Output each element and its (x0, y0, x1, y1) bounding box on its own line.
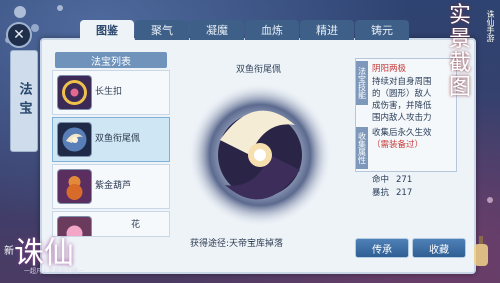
effect-tag: 法宝技能 (356, 61, 368, 105)
game-logo: 新 诛仙 一超凡入圣再续仙缘一 (4, 228, 114, 278)
list-item[interactable]: 长生扣 (52, 70, 170, 115)
close-icon[interactable]: ✕ (6, 22, 32, 48)
list-item[interactable]: 紫金葫芦 (52, 164, 170, 209)
collect-line: （需装备过） (372, 140, 424, 150)
list-header: 法宝列表 (55, 52, 167, 68)
effect-name: 阴阳两极 (372, 64, 407, 74)
stat-label: 暴抗 (372, 188, 390, 198)
logo-subtitle: 一超凡入圣再续仙缘一 (24, 268, 85, 275)
stat-value: 217 (396, 188, 413, 198)
tab-jingjin[interactable]: 精进 (300, 20, 354, 40)
tab-juqi[interactable]: 聚气 (135, 20, 189, 40)
tab-ningmo[interactable]: 凝魔 (190, 20, 244, 40)
inherit-button[interactable]: 传承 (355, 238, 409, 258)
seal-char: 图 (448, 75, 471, 100)
lantern-decoration (474, 236, 488, 266)
tab-zhuyuan[interactable]: 铸元 (355, 20, 409, 40)
list-item-label: 花 (131, 220, 141, 230)
logo-new: 新 (4, 246, 14, 257)
lock-treasure-icon (57, 75, 92, 110)
effect-line: 围内敌人攻击力 (372, 113, 432, 123)
effect-line: 的（圆形）敌人 (372, 89, 432, 99)
effect-line: 持续对自身周围 (372, 77, 432, 87)
effect-line: 成伤害，并降低 (372, 101, 432, 111)
list-item-label: 紫金葫芦 (95, 181, 132, 191)
collect-button[interactable]: 收藏 (412, 238, 466, 258)
stat-value: 271 (396, 175, 413, 185)
tab-bar: 图鉴 聚气 凝魔 血炼 精进 铸元 (80, 20, 410, 40)
tab-tujian[interactable]: 图鉴 (80, 20, 134, 40)
stat-label: 命中 (372, 175, 390, 185)
seal-char: 实 (448, 3, 471, 28)
seal-char: 截 (448, 51, 471, 76)
seal-caption: 诛仙手游 (486, 10, 495, 42)
treasure-list: 长生扣 双鱼衔尾佩 紫金葫芦 花 (52, 70, 170, 239)
item-title: 双鱼衔尾佩 (236, 65, 282, 75)
fish-pendant-icon (57, 122, 92, 157)
fish-pendant-artwork (188, 83, 332, 227)
obtain-source: 获得途径:天帝宝库掉落 (190, 239, 284, 249)
collect-line: 收集后永久生效 (372, 128, 432, 138)
list-item-selected[interactable]: 双鱼衔尾佩 (52, 117, 170, 162)
seal-char: 景 (448, 27, 471, 52)
tab-xuelian[interactable]: 血炼 (245, 20, 299, 40)
side-tab-fabao[interactable]: 法宝 (10, 50, 38, 152)
gourd-icon (57, 169, 92, 204)
list-item-label: 双鱼衔尾佩 (95, 134, 141, 144)
collect-tag: 收集属性 (356, 127, 368, 169)
list-item-label: 长生扣 (95, 87, 123, 97)
screenshot-seal: 实 景 截 图 (436, 4, 484, 122)
